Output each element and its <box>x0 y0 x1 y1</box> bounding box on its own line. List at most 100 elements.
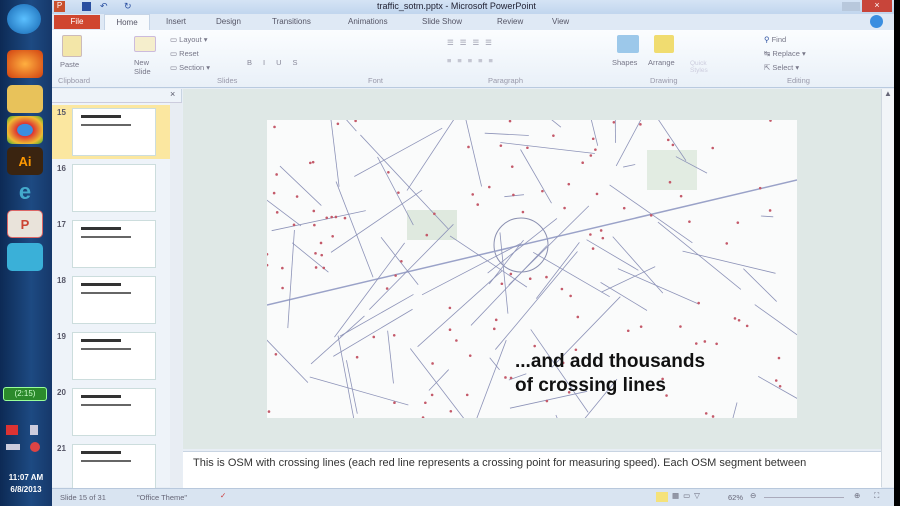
align-buttons[interactable]: ≡≡≡≡≡ <box>447 56 499 65</box>
minimize-button[interactable] <box>842 2 860 11</box>
slide-canvas[interactable]: ...and add thousands of crossing lines <box>267 120 797 418</box>
tab-review[interactable]: Review <box>497 17 523 26</box>
slide-editor: ...and add thousands of crossing lines <box>183 89 881 449</box>
status-bar: Slide 15 of 31 "Office Theme" ✓ ▦▭▽ 62% … <box>52 488 894 506</box>
battery-indicator[interactable]: (2:15) <box>3 387 47 401</box>
section-label: Section <box>179 63 205 72</box>
ie-icon[interactable]: e <box>7 178 43 206</box>
new-slide-button[interactable]: New Slide <box>134 58 162 76</box>
tab-file[interactable]: File <box>54 15 100 29</box>
slide-caption[interactable]: ...and add thousands of crossing lines <box>515 350 705 398</box>
view-buttons[interactable]: ▦▭▽ <box>672 491 704 500</box>
firefox-icon[interactable] <box>7 50 43 78</box>
normal-view-button[interactable] <box>656 492 668 502</box>
thumbnail-number: 20 <box>57 388 66 397</box>
slide-thumbnail[interactable] <box>72 108 156 156</box>
list-buttons[interactable]: ☰☰☰☰ <box>447 38 498 47</box>
window-title: traffic_sotm.pptx - Microsoft PowerPoint <box>377 1 536 11</box>
fit-to-window-button[interactable]: ⛶ <box>874 491 879 501</box>
close-button[interactable]: × <box>862 0 892 12</box>
thumbnail-scrollbar[interactable] <box>170 103 182 487</box>
layout-label: Layout <box>179 35 202 44</box>
panel-header: × <box>52 89 182 103</box>
ribbon: Paste Clipboard New Slide ▭ Layout ▾ ▭ R… <box>52 30 894 88</box>
start-button[interactable] <box>7 4 41 34</box>
powerpoint-window: P ↶ ↻ traffic_sotm.pptx - Microsoft Powe… <box>52 0 894 506</box>
font-format-buttons[interactable]: BIUS <box>247 58 309 67</box>
select-label: Select <box>772 63 794 72</box>
replace-button[interactable]: ↹ Replace ▾ <box>764 49 806 58</box>
vertical-scrollbar[interactable]: ▲ <box>881 89 894 487</box>
help-icon[interactable] <box>870 15 883 28</box>
zoom-out-button[interactable]: ⊖ <box>750 491 756 500</box>
slides-group-label: Slides <box>217 76 238 85</box>
close-panel-icon[interactable]: × <box>170 89 175 99</box>
tab-view[interactable]: View <box>552 17 569 26</box>
chrome-icon[interactable] <box>7 116 43 144</box>
signal-icon[interactable] <box>6 444 20 450</box>
slide-thumbnail-panel[interactable]: × 15 16 17 18 19 20 21 <box>52 89 182 492</box>
notes-text: This is OSM with crossing lines (each re… <box>193 457 807 469</box>
slide-thumbnail[interactable] <box>72 388 156 436</box>
paste-button[interactable]: Paste <box>60 60 79 69</box>
layout-button[interactable]: ▭ Layout ▾ <box>170 35 208 44</box>
slide-thumbnail[interactable] <box>72 276 156 324</box>
binoculars-icon: ⚲ <box>764 35 770 44</box>
clipboard-group-label: Clipboard <box>58 76 91 85</box>
remote-desktop-icon[interactable] <box>7 243 43 271</box>
thumbnail-number: 17 <box>57 220 66 229</box>
tab-transitions[interactable]: Transitions <box>272 17 311 26</box>
paragraph-group-label: Paragraph <box>488 76 524 85</box>
flag-icon[interactable] <box>6 425 18 435</box>
shapes-button[interactable]: Shapes <box>612 58 637 67</box>
clock-time[interactable]: 11:07 AM <box>0 473 52 482</box>
tab-home[interactable]: Home <box>104 14 150 30</box>
select-button[interactable]: ⇱ Select ▾ <box>764 63 799 72</box>
tab-slide-show[interactable]: Slide Show <box>422 17 462 26</box>
thumbnail-number: 21 <box>57 444 66 453</box>
illustrator-icon[interactable]: Ai <box>7 147 43 175</box>
save-icon[interactable] <box>82 2 91 11</box>
arrange-icon <box>654 35 674 53</box>
thumbnail-number: 18 <box>57 276 66 285</box>
shapes-icon <box>617 35 639 53</box>
zoom-slider[interactable] <box>764 497 844 498</box>
thumbnail-number: 19 <box>57 332 66 341</box>
find-button[interactable]: ⚲ Find <box>764 35 786 44</box>
tab-design[interactable]: Design <box>216 17 241 26</box>
volume-icon[interactable] <box>30 442 40 452</box>
section-button[interactable]: ▭ Section ▾ <box>170 63 210 72</box>
slide-thumbnail[interactable] <box>72 332 156 380</box>
thumbnail-number: 16 <box>57 164 66 173</box>
taskbar: Ai e P (2:15) 11:07 AM 6/8/2013 <box>0 0 52 506</box>
reset-button[interactable]: ▭ Reset <box>170 49 199 58</box>
quick-styles-button[interactable]: Quick Styles <box>690 60 720 74</box>
notes-pane[interactable]: This is OSM with crossing lines (each re… <box>183 451 881 488</box>
slide-thumbnail[interactable] <box>72 220 156 268</box>
clipboard-tray-icon[interactable] <box>30 425 38 435</box>
theme-name[interactable]: "Office Theme" <box>137 493 187 502</box>
drawing-group-label: Drawing <box>650 76 678 85</box>
tab-animations[interactable]: Animations <box>348 17 388 26</box>
title-bar: P ↶ ↻ traffic_sotm.pptx - Microsoft Powe… <box>52 0 894 14</box>
spellcheck-icon[interactable]: ✓ <box>220 491 226 500</box>
slide-counter: Slide 15 of 31 <box>60 493 106 502</box>
redo-icon[interactable]: ↻ <box>124 1 132 12</box>
undo-icon[interactable]: ↶ <box>100 1 108 12</box>
zoom-in-button[interactable]: ⊕ <box>854 491 860 500</box>
zoom-level[interactable]: 62% <box>728 493 743 502</box>
powerpoint-icon: P <box>54 1 65 12</box>
clock-date[interactable]: 6/8/2013 <box>0 485 52 494</box>
explorer-icon[interactable] <box>7 85 43 113</box>
powerpoint-taskbar-icon[interactable]: P <box>7 210 43 238</box>
paste-icon <box>62 35 82 57</box>
slide-thumbnail[interactable] <box>72 444 156 492</box>
find-label: Find <box>771 35 787 44</box>
reset-label: Reset <box>179 49 199 58</box>
thumbnail-number: 15 <box>57 108 66 117</box>
arrange-button[interactable]: Arrange <box>648 58 675 67</box>
slide-thumbnail[interactable] <box>72 164 156 212</box>
ribbon-tabs: File Home Insert Design Transitions Anim… <box>52 14 894 30</box>
tab-insert[interactable]: Insert <box>166 17 186 26</box>
new-slide-icon <box>134 36 156 52</box>
